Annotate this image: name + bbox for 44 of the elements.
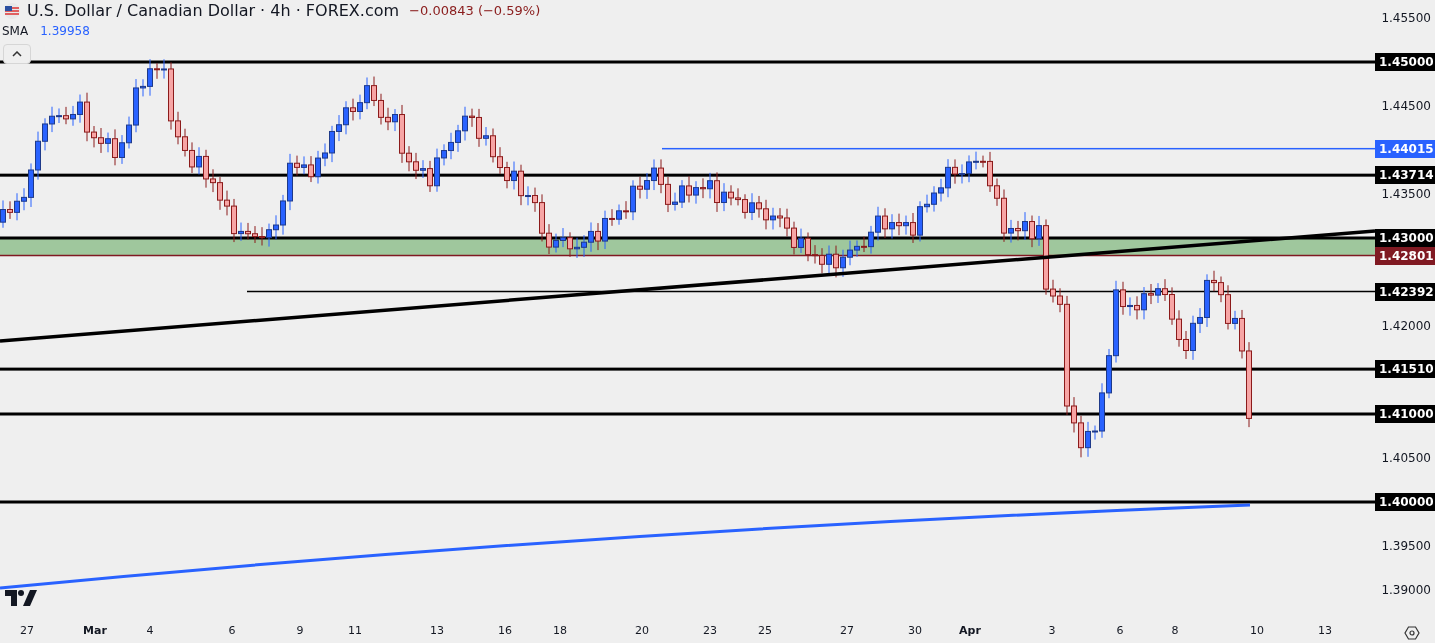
collapse-button[interactable] — [3, 44, 31, 64]
date-label: 3 — [1048, 624, 1056, 637]
price-tag: 1.41510 — [1375, 360, 1435, 379]
date-label: 18 — [553, 624, 567, 637]
price-change: −0.00843 (−0.59%) — [409, 3, 541, 18]
date-label: 11 — [348, 624, 362, 637]
date-label: 6 — [228, 624, 236, 637]
flag-icon — [3, 1, 21, 20]
price-label: 1.44500 — [1380, 98, 1432, 115]
caret-icon — [12, 51, 22, 57]
date-label: 13 — [1318, 624, 1332, 637]
price-tag: 1.40000 — [1375, 493, 1435, 511]
price-tag: 1.44015 — [1375, 139, 1435, 158]
price-label: 1.39500 — [1380, 538, 1432, 555]
price-label: 1.45500 — [1380, 10, 1432, 27]
indicator-value: 1.39958 — [40, 24, 90, 38]
price-tag: 1.43000 — [1375, 229, 1435, 247]
date-label: 30 — [908, 624, 922, 637]
date-label: Mar — [83, 624, 107, 637]
date-label: Apr — [959, 624, 981, 637]
date-label: 13 — [430, 624, 444, 637]
date-label: 16 — [498, 624, 512, 637]
date-label: 10 — [1250, 624, 1264, 637]
price-tag: 1.43714 — [1375, 166, 1435, 185]
date-label: 23 — [703, 624, 717, 637]
date-label: 20 — [635, 624, 649, 637]
date-label: 25 — [758, 624, 772, 637]
price-label: 1.43500 — [1380, 186, 1432, 203]
date-label: 9 — [296, 624, 304, 637]
price-tag: 1.45000 — [1375, 53, 1435, 71]
price-label: 1.40500 — [1380, 450, 1432, 467]
indicator-name: SMA — [2, 24, 29, 38]
chart-title: U.S. Dollar / Canadian Dollar · 4h · FOREX.com — [27, 1, 400, 20]
settings-icon[interactable] — [1404, 625, 1420, 641]
price-label: 1.42000 — [1380, 318, 1432, 335]
price-tag: 1.41000 — [1375, 405, 1435, 423]
price-label: 1.39000 — [1380, 582, 1432, 599]
date-label: 8 — [1171, 624, 1179, 637]
date-label: 4 — [146, 624, 154, 637]
price-tag: 1.42392 — [1375, 282, 1435, 301]
logo-icon — [5, 590, 37, 606]
date-label: 27 — [20, 624, 34, 637]
date-label: 27 — [840, 624, 854, 637]
date-label: 6 — [1116, 624, 1124, 637]
